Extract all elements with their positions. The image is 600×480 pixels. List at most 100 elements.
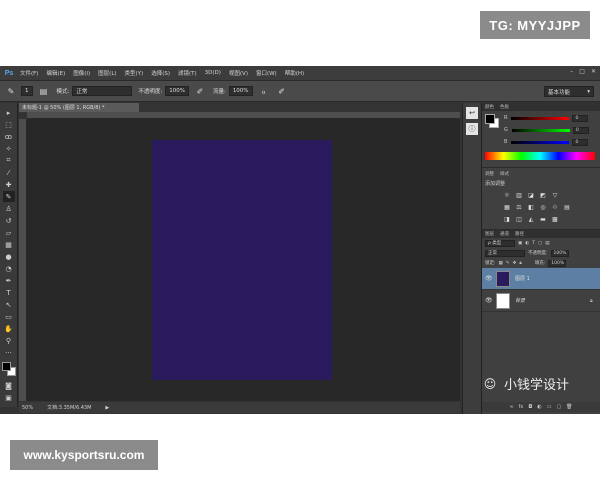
menu-file[interactable]: 文件(F) [16,69,42,77]
fill-input[interactable]: 100% [548,259,567,267]
menu-type[interactable]: 类型(Y) [121,69,148,77]
stamp-tool-icon[interactable]: ♙ [3,203,15,214]
workspace-select[interactable]: 基本功能 ▾ [544,86,594,97]
channel-mixer-icon[interactable]: ♲ [551,203,559,211]
zoom-level[interactable]: 50% [22,405,33,411]
blur-tool-icon[interactable]: ● [3,251,15,262]
airbrush-icon[interactable]: ℴ [257,84,271,98]
layer-name[interactable]: 背景 [515,297,590,304]
document-tab[interactable]: 未标题-1 @ 50% (图层 1, RGB/8) * [19,103,139,112]
menu-view[interactable]: 视图(V) [225,69,252,77]
new-adjustment-icon[interactable]: ◐ [537,404,541,410]
lock-all-icon[interactable]: 🔒︎ [519,260,521,266]
move-tool-icon[interactable]: ▸ [3,107,15,118]
canvas-pasteboard[interactable] [27,119,460,401]
eyedropper-tool-icon[interactable]: ⁄ [3,167,15,178]
menu-help[interactable]: 帮助(H) [281,69,308,77]
layer-row-background[interactable]: 👁︎ 背景 🔒︎ [482,290,600,312]
tab-adjustments[interactable]: 调整 [485,171,494,177]
zoom-tool-icon[interactable]: ⚲ [3,335,15,346]
menu-window[interactable]: 窗口(W) [252,69,281,77]
color-lookup-icon[interactable]: ▤ [563,203,571,211]
crop-tool-icon[interactable]: ⌗ [3,155,15,166]
mode-select[interactable]: 正常 [72,86,133,96]
visibility-eye-icon[interactable]: 👁︎ [485,297,493,304]
filter-type-icon[interactable]: T [532,241,535,246]
trash-icon[interactable]: 🗑︎ [566,404,572,410]
flow-input[interactable]: 100% [228,86,253,96]
layer-kind-filter[interactable]: ρ 类型 [485,239,515,247]
filter-smart-icon[interactable]: ▤ [545,241,549,246]
brush-size-picker[interactable]: 1 [21,86,33,96]
filter-adjust-icon[interactable]: ◐ [525,241,529,246]
layer-row-1[interactable]: 👁︎ 图层 1 [482,268,600,290]
pen-tool-icon[interactable]: ✒ [3,275,15,286]
minimize-icon[interactable]: – [570,68,573,75]
add-style-icon[interactable]: fx [519,404,524,410]
lock-paint-icon[interactable]: ✎ [506,261,510,266]
lasso-tool-icon[interactable]: ꝏ [3,131,15,142]
layer-opacity-input[interactable]: 100% [550,249,569,257]
eraser-tool-icon[interactable]: ▱ [3,227,15,238]
brush-tool-active-icon[interactable]: ✎ [2,191,15,202]
blue-slider[interactable] [511,140,570,144]
menu-filter[interactable]: 滤镜(T) [174,69,201,77]
blue-value[interactable]: 0 [572,138,589,146]
new-layer-icon[interactable]: ▢ [556,404,561,410]
foreground-color-swatch[interactable] [1,362,11,371]
healing-tool-icon[interactable]: ✚ [3,179,15,190]
hand-tool-icon[interactable]: ✋ [3,323,15,334]
close-icon[interactable]: ✕ [591,68,596,75]
visibility-eye-icon[interactable]: 👁︎ [485,275,493,282]
panel-foreground-swatch[interactable] [485,114,495,124]
lock-move-icon[interactable]: ✥ [513,261,517,266]
pressure-opacity-icon[interactable]: ✐ [193,84,207,98]
blend-mode-select[interactable]: 正常 [485,249,525,257]
status-arrow-icon[interactable]: ▶ [105,405,109,411]
invert-icon[interactable]: ◨ [503,215,511,223]
brush-tool-icon[interactable]: ✎ [4,84,18,98]
quick-mask-icon[interactable]: ◙ [3,380,15,391]
exposure-icon[interactable]: ◩ [539,191,547,199]
document-canvas[interactable] [152,140,332,380]
history-panel-icon[interactable]: ↩ [466,107,478,119]
posterize-icon[interactable]: ◫ [515,215,523,223]
brightness-icon[interactable]: ☼ [503,191,511,199]
shape-tool-icon[interactable]: ▭ [3,311,15,322]
threshold-icon[interactable]: ◭ [527,215,535,223]
type-tool-icon[interactable]: T [3,287,15,298]
tab-channels[interactable]: 通道 [500,231,509,237]
menu-layer[interactable]: 图层(L) [94,69,120,77]
color-spectrum[interactable] [485,152,595,160]
filter-shape-icon[interactable]: ▢ [538,241,542,246]
menu-image[interactable]: 图像(I) [69,69,94,77]
green-value[interactable]: 0 [572,126,589,134]
selective-color-icon[interactable]: ▩ [551,215,559,223]
green-slider[interactable] [511,128,570,132]
tab-paths[interactable]: 路径 [515,231,524,237]
tab-styles[interactable]: 样式 [500,171,509,177]
color-swatches[interactable] [1,362,16,376]
menu-3d[interactable]: 3D(D) [201,70,225,76]
link-layers-icon[interactable]: ∞ [509,404,513,410]
layer-name[interactable]: 图层 1 [515,275,600,282]
color-balance-icon[interactable]: ⚖ [515,203,523,211]
red-value[interactable]: 0 [572,114,589,122]
marquee-tool-icon[interactable]: ⬚ [3,119,15,130]
black-white-icon[interactable]: ◧ [527,203,535,211]
tab-color[interactable]: 颜色 [485,104,494,110]
menu-edit[interactable]: 编辑(E) [42,69,69,77]
levels-icon[interactable]: ▥ [515,191,523,199]
properties-panel-icon[interactable]: ⓘ [466,123,478,135]
curves-icon[interactable]: ◪ [527,191,535,199]
more-tools-icon[interactable]: ··· [3,347,15,358]
red-slider[interactable] [511,116,570,120]
menu-select[interactable]: 选择(S) [147,69,174,77]
tab-swatches[interactable]: 色板 [500,104,509,110]
gradient-tool-icon[interactable]: ▦ [3,239,15,250]
add-mask-icon[interactable]: ◘ [528,404,532,410]
screen-mode-icon[interactable]: ▣ [3,392,15,403]
hue-saturation-icon[interactable]: ▦ [503,203,511,211]
vibrance-icon[interactable]: ▽ [551,191,559,199]
tab-layers[interactable]: 图层 [485,231,494,237]
